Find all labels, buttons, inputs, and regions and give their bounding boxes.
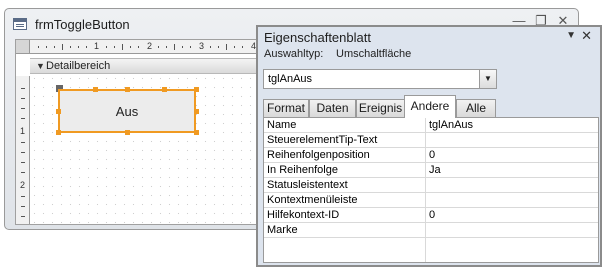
ruler-tick xyxy=(21,118,25,119)
form-window-title: frmToggleButton xyxy=(35,17,130,32)
ruler-dot xyxy=(130,46,131,48)
ruler-dot xyxy=(166,46,167,48)
property-row[interactable]: Reihenfolgenposition 0 xyxy=(264,148,598,163)
ruler-dot xyxy=(114,46,115,48)
ruler-dot xyxy=(210,46,211,48)
tab-andere[interactable]: Andere xyxy=(404,95,456,118)
property-row[interactable]: Kontextmenüleiste xyxy=(264,193,598,208)
chevron-down-icon[interactable]: ▼ xyxy=(566,30,576,41)
ruler-tick xyxy=(21,108,25,109)
ruler-dot xyxy=(242,46,243,48)
ruler-tick xyxy=(174,44,175,50)
form-icon xyxy=(13,18,27,30)
control-selector-dropdown[interactable]: tglAnAus ▼ xyxy=(263,69,497,89)
close-icon[interactable]: ✕ xyxy=(581,28,592,44)
ruler-tick xyxy=(21,162,25,163)
tab-format[interactable]: Format xyxy=(263,99,309,117)
selection-type-value: Umschaltfläche xyxy=(336,48,412,60)
property-value[interactable]: 0 xyxy=(429,209,435,221)
ruler-dot xyxy=(218,46,219,48)
property-value[interactable]: 0 xyxy=(429,149,435,161)
property-name: Hilfekontext-ID xyxy=(267,209,340,221)
ruler-number: 2 xyxy=(20,180,26,190)
resize-handle[interactable] xyxy=(56,130,61,135)
ruler-tick xyxy=(21,152,25,153)
property-name: Reihenfolgenposition xyxy=(267,149,370,161)
property-sheet: Eigenschaftenblatt ▼ ✕ Auswahltyp: Umsch… xyxy=(256,25,602,267)
resize-handle[interactable] xyxy=(194,130,199,135)
ruler-dot xyxy=(86,46,87,48)
property-row[interactable]: SteuerelementTip-Text xyxy=(264,133,598,148)
property-name: In Reihenfolge xyxy=(267,164,338,176)
ruler-dot xyxy=(54,46,55,48)
resize-handle[interactable] xyxy=(162,87,167,92)
ruler-dot xyxy=(38,46,39,48)
ruler-dot xyxy=(182,46,183,48)
ruler-number: 3 xyxy=(199,41,205,51)
tab-ereignis[interactable]: Ereignis xyxy=(356,99,405,117)
resize-handle[interactable] xyxy=(125,87,130,92)
ruler-number: 1 xyxy=(94,41,100,51)
ruler-tick xyxy=(21,216,25,217)
selection-type-label: Auswahltyp: xyxy=(264,48,324,60)
ruler-dot xyxy=(138,46,139,48)
property-row[interactable]: Marke xyxy=(264,223,598,238)
property-value[interactable]: Ja xyxy=(429,164,441,176)
ruler-dot xyxy=(234,46,235,48)
resize-handle[interactable] xyxy=(125,130,130,135)
property-name: Statusleistentext xyxy=(267,179,348,191)
property-name: SteuerelementTip-Text xyxy=(267,134,378,146)
resize-handle[interactable] xyxy=(194,109,199,114)
ruler-tick xyxy=(21,88,25,89)
ruler-dot xyxy=(46,46,47,48)
control-selector-value: tglAnAus xyxy=(268,73,313,85)
ruler-tick xyxy=(21,196,25,197)
resize-handle[interactable] xyxy=(56,109,61,114)
resize-handle[interactable] xyxy=(194,87,199,92)
toggle-button-control[interactable]: Aus xyxy=(58,89,196,133)
property-value[interactable]: tglAnAus xyxy=(429,119,473,131)
detail-section-label: Detailbereich xyxy=(46,60,111,72)
ruler-tick xyxy=(21,206,25,207)
property-name: Kontextmenüleiste xyxy=(267,194,358,206)
vertical-ruler[interactable]: 1 2 xyxy=(16,76,30,224)
property-sheet-title: Eigenschaftenblatt xyxy=(264,30,371,45)
property-tabs: Format Daten Ereignis Andere Alle xyxy=(263,95,594,118)
section-collapse-icon[interactable]: ▼ xyxy=(36,59,45,73)
ruler-dot xyxy=(106,46,107,48)
property-grid: Name tglAnAus SteuerelementTip-Text Reih… xyxy=(263,117,599,263)
ruler-tick xyxy=(21,98,25,99)
ruler-number: 1 xyxy=(20,126,26,136)
ruler-dot xyxy=(70,46,71,48)
ruler-tick xyxy=(21,172,25,173)
property-row[interactable]: Name tglAnAus xyxy=(264,118,598,133)
ruler-number: 2 xyxy=(147,41,153,51)
ruler-tick xyxy=(21,142,25,143)
ruler-dot xyxy=(78,46,79,48)
ruler-dot xyxy=(158,46,159,48)
property-row[interactable]: Hilfekontext-ID 0 xyxy=(264,208,598,223)
ruler-tick xyxy=(226,44,227,50)
ruler-tick xyxy=(62,44,63,50)
toggle-button-caption: Aus xyxy=(115,103,139,119)
property-name: Name xyxy=(267,119,297,131)
form-selector[interactable] xyxy=(16,40,30,54)
property-row[interactable]: Statusleistentext xyxy=(264,178,598,193)
property-row[interactable]: In Reihenfolge Ja xyxy=(264,163,598,178)
resize-handle[interactable] xyxy=(93,87,98,92)
ruler-tick xyxy=(122,44,123,50)
tab-daten[interactable]: Daten xyxy=(309,99,356,117)
chevron-down-icon[interactable]: ▼ xyxy=(479,70,496,88)
property-name: Marke xyxy=(267,224,298,236)
ruler-dot xyxy=(190,46,191,48)
tab-alle[interactable]: Alle xyxy=(456,99,496,117)
property-sheet-titlebar[interactable]: Eigenschaftenblatt ▼ ✕ xyxy=(258,27,600,47)
